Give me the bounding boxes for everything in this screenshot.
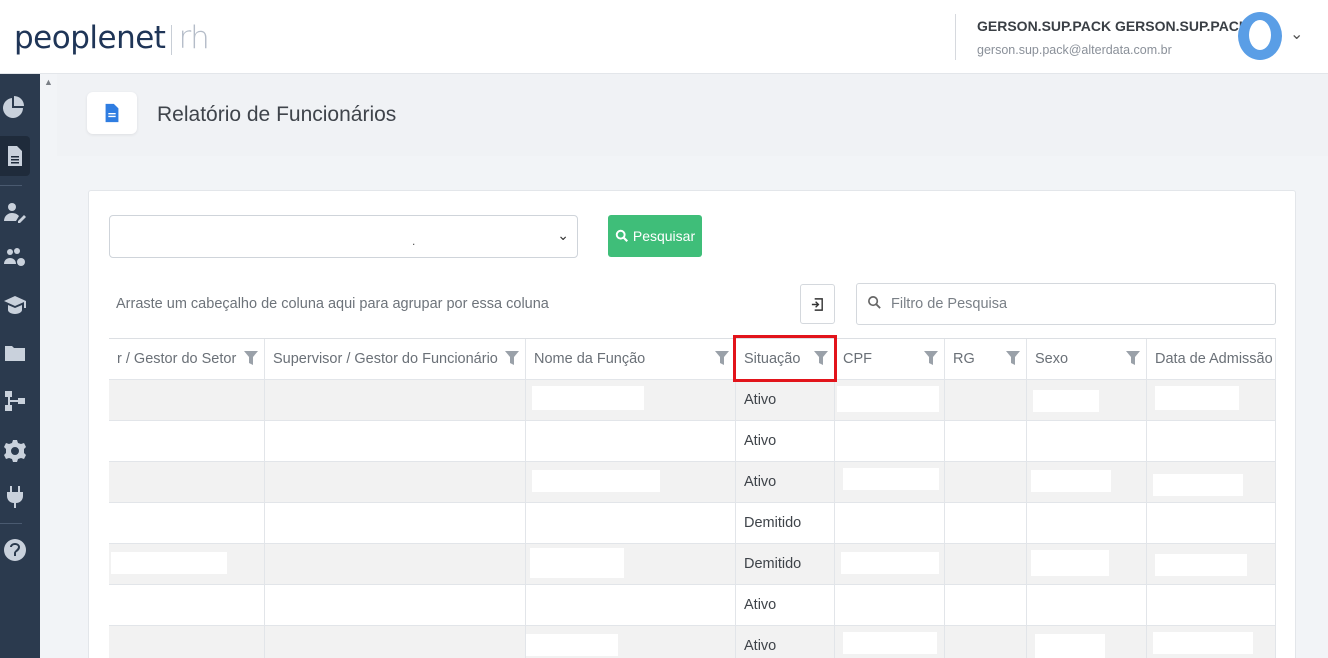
redacted-block: [532, 386, 644, 410]
redacted-block: [111, 552, 227, 574]
redacted-block: [1033, 390, 1099, 412]
sidebar-divider: [0, 185, 22, 186]
folder-icon[interactable]: [0, 333, 30, 373]
table-row[interactable]: Ativo: [109, 585, 1276, 626]
sitemap-icon[interactable]: [0, 381, 30, 421]
highlight-box: [733, 335, 837, 382]
report-select[interactable]: . ⌄: [109, 215, 578, 258]
scroll-up-arrow[interactable]: ▲: [44, 77, 53, 87]
user-email: gerson.sup.pack@alterdata.com.br: [977, 43, 1172, 57]
export-button[interactable]: [800, 284, 835, 324]
chevron-down-icon: ⌄: [557, 227, 569, 243]
filter-icon[interactable]: [1006, 351, 1020, 365]
report-card: . ⌄ Pesquisar Arraste um cabeçalho de co…: [88, 190, 1296, 658]
column-header[interactable]: CPF: [835, 339, 945, 380]
user-edit-icon[interactable]: [0, 192, 30, 232]
chart-pie-icon[interactable]: [0, 86, 30, 126]
status-cell: Demitido: [736, 503, 835, 544]
top-bar: peoplenet rh GERSON.SUP.PACK GERSON.SUP.P…: [0, 0, 1328, 74]
redacted-block: [530, 548, 624, 578]
redacted-block: [1153, 632, 1253, 654]
sidebar-divider: [0, 523, 22, 524]
table-row[interactable]: Ativo: [109, 421, 1276, 462]
search-icon: [868, 296, 881, 309]
search-button-label: Pesquisar: [632, 228, 696, 244]
status-cell: Demitido: [736, 544, 835, 585]
column-header[interactable]: r / Gestor do Setor: [109, 339, 265, 380]
redacted-block: [841, 552, 939, 574]
redacted-block: [843, 468, 939, 490]
search-icon: [615, 229, 628, 243]
filter-icon[interactable]: [924, 351, 938, 365]
table-row[interactable]: Ativo: [109, 626, 1276, 658]
logo-separator: [171, 24, 173, 55]
filter-icon[interactable]: [244, 351, 258, 365]
redacted-block: [1031, 550, 1109, 576]
column-header[interactable]: Sexo: [1027, 339, 1147, 380]
employees-grid: r / Gestor do Setor Supervisor / Gestor …: [109, 338, 1276, 658]
search-filter-input[interactable]: Filtro de Pesquisa: [856, 283, 1276, 325]
logo-text: peoplenet: [14, 20, 166, 56]
status-cell: Ativo: [736, 462, 835, 503]
column-header[interactable]: RG: [945, 339, 1027, 380]
status-cell: Ativo: [736, 585, 835, 626]
redacted-block: [1035, 634, 1105, 658]
user-name[interactable]: GERSON.SUP.PACK GERSON.SUP.PACK: [977, 18, 1249, 34]
table-row[interactable]: Ativo: [109, 462, 1276, 503]
chevron-down-icon[interactable]: ⌄: [1290, 24, 1303, 44]
column-header[interactable]: Supervisor / Gestor do Funcionário: [265, 339, 526, 380]
table-row[interactable]: Ativo: [109, 380, 1276, 421]
filter-icon[interactable]: [1126, 351, 1140, 365]
search-button[interactable]: Pesquisar: [608, 215, 702, 257]
page-header: Relatório de Funcionários: [57, 74, 1328, 156]
status-cell: Ativo: [736, 421, 835, 462]
status-cell: Ativo: [736, 380, 835, 421]
logo-sub: rh: [178, 20, 210, 56]
redacted-block: [837, 386, 939, 412]
redacted-block: [843, 632, 937, 654]
document-icon[interactable]: [0, 136, 30, 176]
select-value: .: [412, 234, 416, 248]
redacted-block: [526, 634, 618, 656]
column-header[interactable]: Nome da Função: [526, 339, 736, 380]
sidebar: [0, 74, 40, 658]
users-cog-icon[interactable]: [0, 237, 30, 277]
filter-placeholder: Filtro de Pesquisa: [891, 296, 1008, 312]
column-header[interactable]: Data de Admissão: [1147, 339, 1276, 380]
user-divider: [955, 14, 956, 60]
help-icon[interactable]: [0, 530, 30, 570]
app-logo[interactable]: peoplenet rh: [14, 20, 210, 56]
filter-icon[interactable]: [505, 351, 519, 365]
filter-icon[interactable]: [715, 351, 729, 365]
table-row[interactable]: Demitido: [109, 544, 1276, 585]
table-row[interactable]: Demitido: [109, 503, 1276, 544]
group-panel-hint: Arraste um cabeçalho de coluna aqui para…: [116, 296, 549, 312]
gear-icon[interactable]: [0, 431, 30, 471]
redacted-block: [1031, 470, 1111, 492]
redacted-block: [1155, 386, 1239, 410]
graduation-icon[interactable]: [0, 285, 30, 325]
export-icon: [811, 297, 823, 311]
redacted-block: [1153, 474, 1243, 496]
status-cell: Ativo: [736, 626, 835, 658]
avatar[interactable]: [1238, 12, 1282, 60]
plug-icon[interactable]: [0, 477, 30, 517]
redacted-block: [532, 470, 660, 492]
page-title: Relatório de Funcionários: [157, 103, 397, 126]
report-icon: [87, 92, 137, 134]
redacted-block: [1155, 554, 1247, 576]
grid-header-row: r / Gestor do Setor Supervisor / Gestor …: [109, 339, 1276, 380]
